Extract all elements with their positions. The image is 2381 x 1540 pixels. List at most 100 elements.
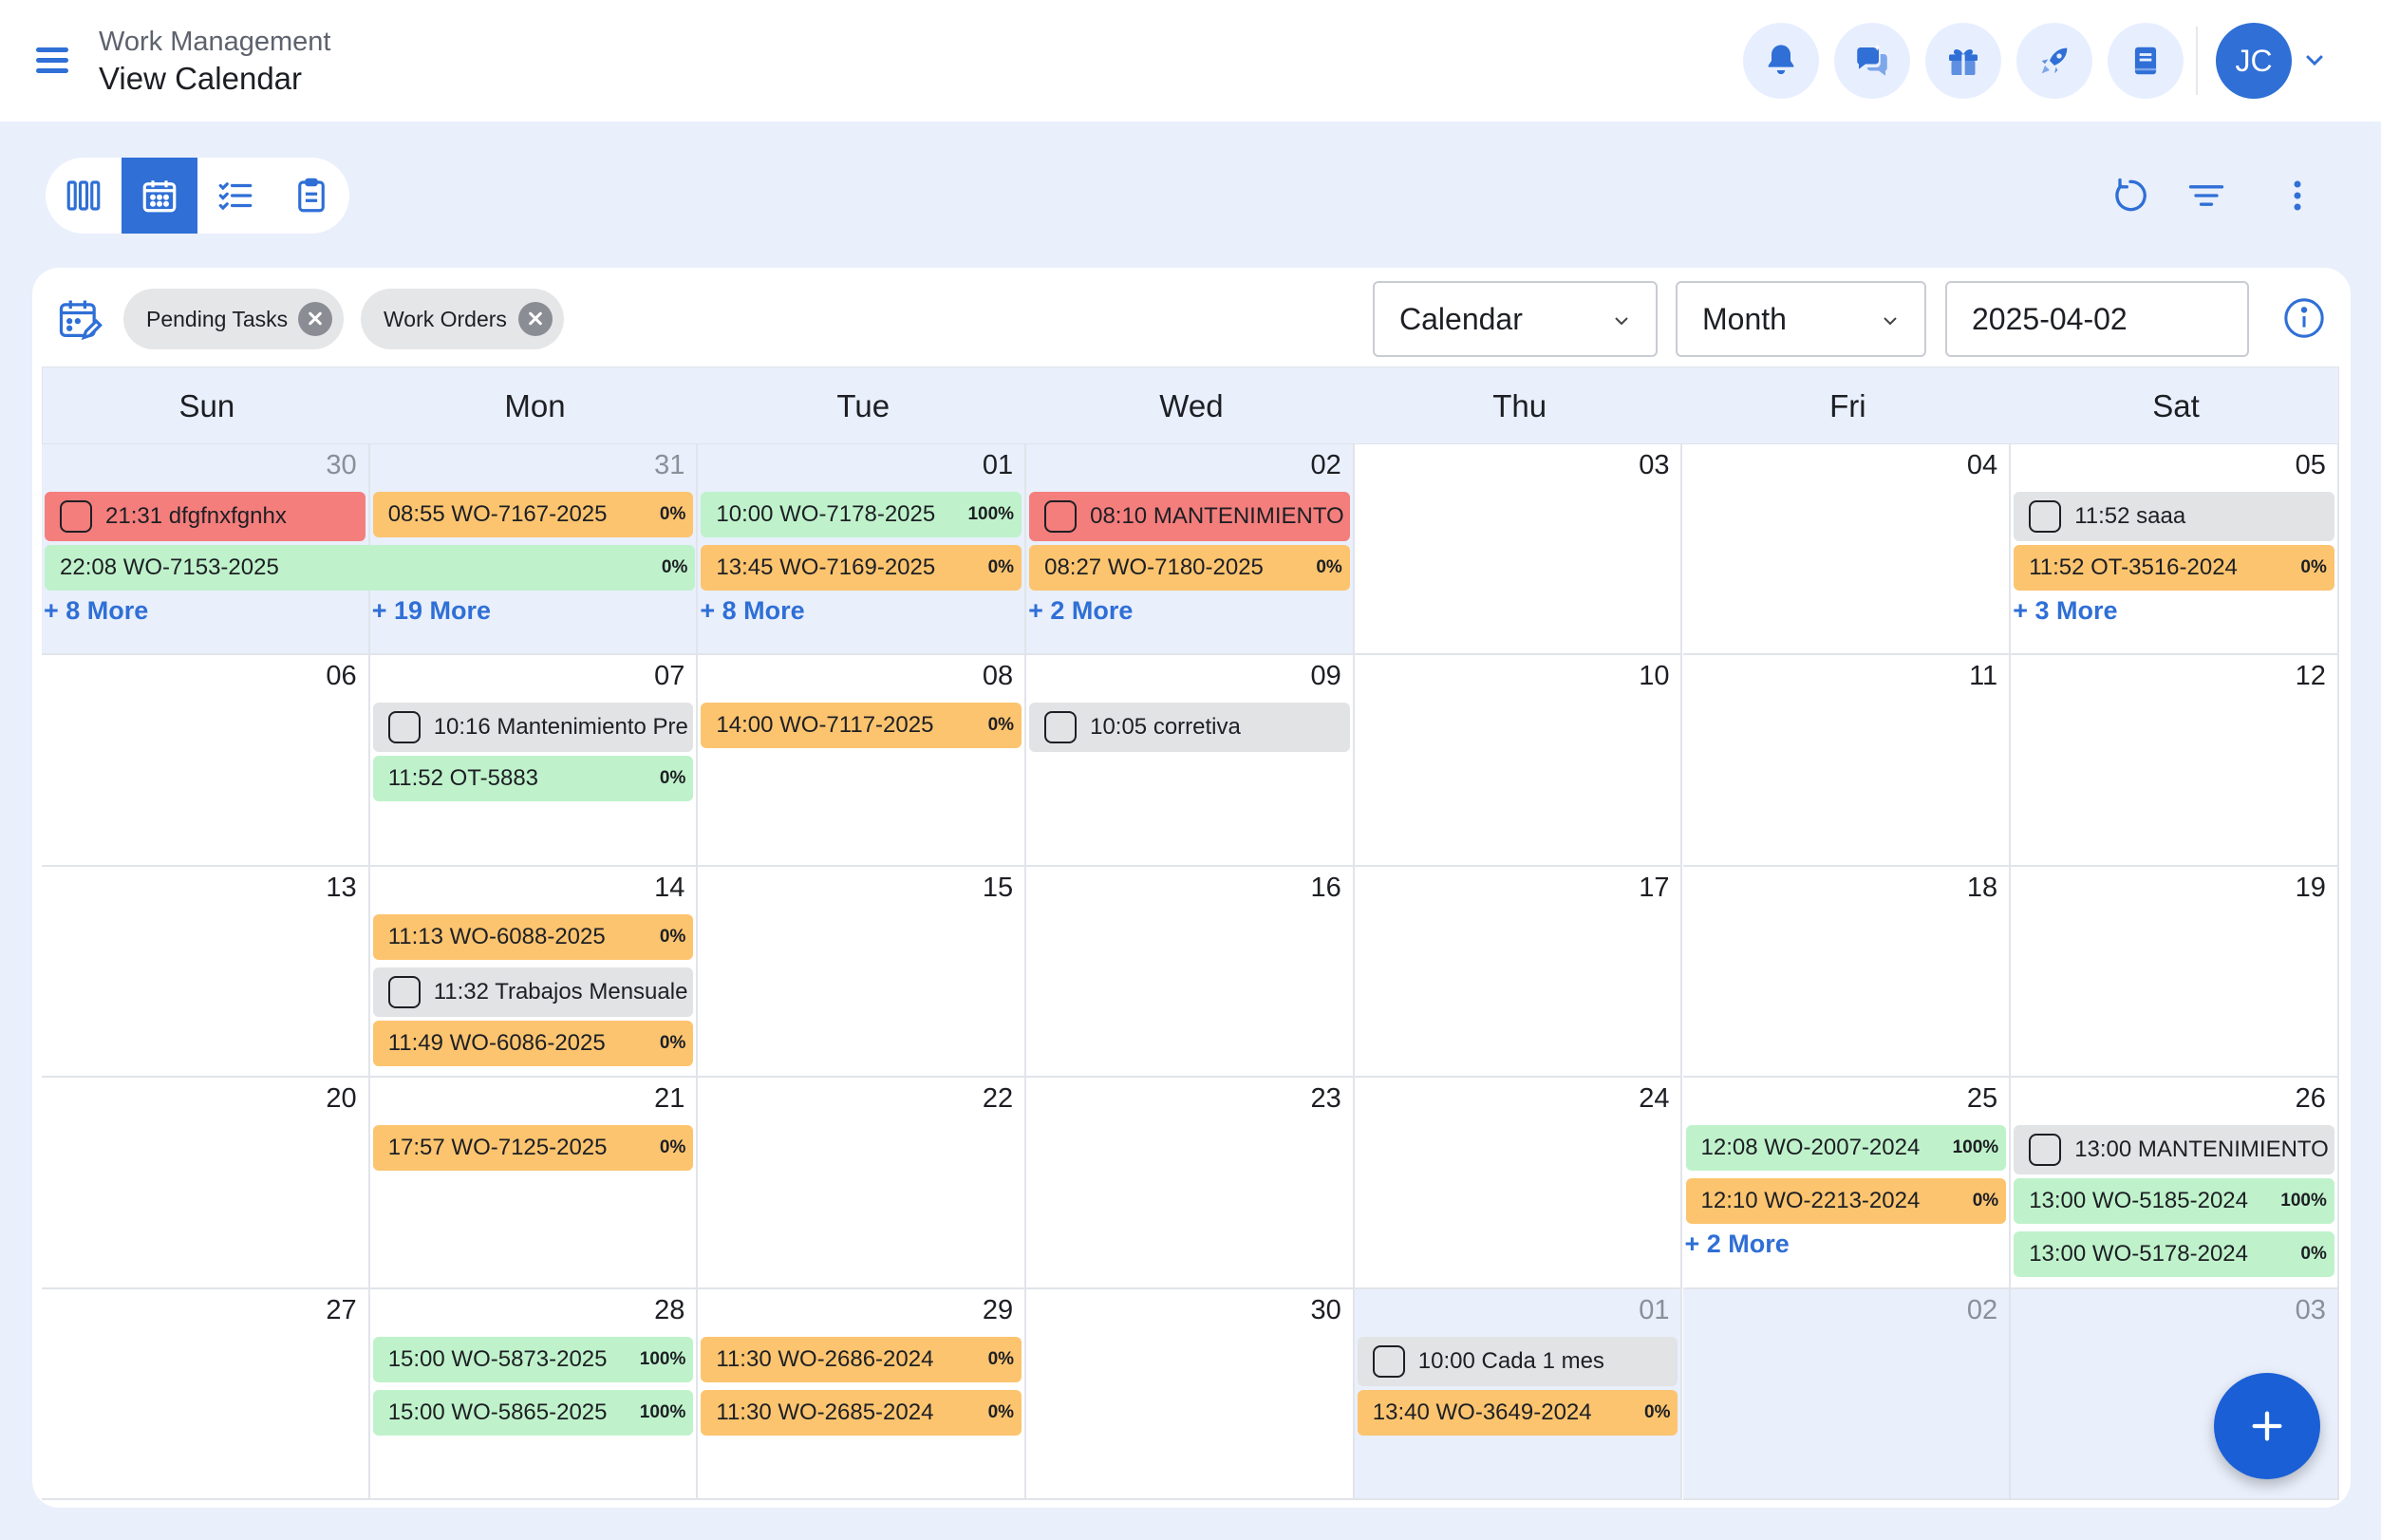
- day-cell[interactable]: 01 10:00 WO-7178-2025 100% 13:45 WO-7169-20…: [698, 444, 1027, 656]
- day-cell[interactable]: 28 15:00 WO-5873-2025 100% 15:00 WO-5865-20…: [369, 1288, 699, 1500]
- day-number[interactable]: 19: [2296, 873, 2326, 904]
- calendar-event[interactable]: 13:00 WO-5185-2024 100%: [2014, 1178, 2334, 1225]
- calendar-event[interactable]: 11:52 OT-3516-2024 0%: [2014, 545, 2334, 591]
- day-cell[interactable]: 02 08:10 MANTENIMIENTO 08:27 WO-7180-2025 0…: [1026, 444, 1355, 656]
- calendar-event[interactable]: 11:30 WO-2685-2024 0%: [701, 1389, 1022, 1436]
- calendar-event[interactable]: 21:31 dfgfnxfgnhx: [45, 492, 366, 541]
- day-cell[interactable]: 06: [42, 655, 370, 867]
- day-number[interactable]: 24: [1639, 1083, 1669, 1115]
- calendar-event[interactable]: 11:32 Trabajos Mensuale: [372, 967, 694, 1017]
- task-checkbox[interactable]: [2029, 1134, 2062, 1167]
- day-cell[interactable]: 02: [1682, 1288, 2012, 1500]
- calendar-event[interactable]: 10:00 Cada 1 mes: [1357, 1336, 1678, 1386]
- day-number[interactable]: 22: [983, 1083, 1013, 1115]
- calendar-edit-icon[interactable]: [55, 294, 104, 344]
- calendar-event[interactable]: 13:45 WO-7169-2025 0%: [701, 545, 1022, 591]
- chevron-down-icon[interactable]: [2301, 51, 2328, 70]
- day-number[interactable]: 10: [1639, 661, 1669, 692]
- task-checkbox[interactable]: [1372, 1344, 1405, 1378]
- more-options-icon[interactable]: [2275, 173, 2320, 218]
- info-icon[interactable]: [2282, 296, 2326, 340]
- day-number[interactable]: 31: [654, 450, 684, 481]
- day-cell[interactable]: 19: [2011, 866, 2339, 1079]
- day-number[interactable]: 26: [2296, 1083, 2326, 1115]
- day-cell[interactable]: 05 11:52 saaa 11:52 OT-3516-2024 0% + 3 More: [2011, 444, 2339, 656]
- day-number[interactable]: 20: [326, 1083, 356, 1115]
- gift-icon[interactable]: [1925, 23, 2001, 99]
- day-number[interactable]: 21: [654, 1083, 684, 1115]
- day-number[interactable]: 08: [983, 661, 1013, 692]
- calendar-event[interactable]: 13:00 WO-5178-2024 0%: [2014, 1231, 2334, 1278]
- task-checkbox[interactable]: [387, 975, 421, 1008]
- hamburger-menu-icon[interactable]: [32, 42, 74, 80]
- calendar-event[interactable]: 12:10 WO-2213-2024 0%: [1685, 1178, 2007, 1225]
- day-number[interactable]: 30: [326, 450, 356, 481]
- bell-icon[interactable]: [1743, 23, 1819, 99]
- task-checkbox[interactable]: [387, 711, 421, 744]
- refresh-icon[interactable]: [2108, 173, 2153, 218]
- task-checkbox[interactable]: [1044, 711, 1078, 744]
- day-cell[interactable]: 20: [42, 1078, 370, 1289]
- view-type-select[interactable]: Calendar: [1373, 281, 1658, 357]
- more-events-link[interactable]: + 2 More: [1685, 1230, 1790, 1259]
- calendar-event[interactable]: 15:00 WO-5873-2025 100%: [372, 1336, 694, 1382]
- day-number[interactable]: 13: [326, 873, 356, 904]
- day-cell[interactable]: 27: [42, 1288, 370, 1500]
- calendar-event[interactable]: 08:55 WO-7167-2025 0%: [372, 492, 694, 537]
- day-cell[interactable]: 29 11:30 WO-2686-2024 0% 11:30 WO-2685-2024…: [698, 1288, 1027, 1500]
- rocket-icon[interactable]: [2016, 23, 2092, 99]
- day-number[interactable]: 30: [1311, 1295, 1341, 1326]
- day-number[interactable]: 25: [1967, 1083, 1997, 1115]
- day-number[interactable]: 27: [326, 1295, 356, 1326]
- calendar-event[interactable]: 13:40 WO-3649-2024 0%: [1357, 1389, 1678, 1436]
- day-cell[interactable]: 17: [1354, 866, 1683, 1079]
- date-input[interactable]: 2025-04-02: [1945, 281, 2249, 357]
- day-cell[interactable]: 13: [42, 866, 370, 1079]
- day-number[interactable]: 01: [983, 450, 1013, 481]
- remove-chip-icon[interactable]: [298, 302, 332, 336]
- day-cell[interactable]: 08 14:00 WO-7117-2025 0%: [698, 655, 1027, 867]
- day-number[interactable]: 18: [1967, 873, 1997, 904]
- calendar-event[interactable]: 22:08 WO-7153-2025 0%: [45, 545, 696, 591]
- day-number[interactable]: 12: [2296, 661, 2326, 692]
- range-select[interactable]: Month: [1676, 281, 1926, 357]
- day-cell[interactable]: 14 11:13 WO-6088-2025 0% 11:32 Trabajos Men…: [369, 866, 699, 1079]
- day-cell[interactable]: 25 12:08 WO-2007-2024 100% 12:10 WO-2213-20…: [1682, 1078, 2012, 1289]
- calendar-event[interactable]: 11:52 saaa: [2014, 492, 2334, 541]
- day-cell[interactable]: 26 13:00 MANTENIMIENTO ... 13:00 WO-5185-2…: [2011, 1078, 2339, 1289]
- more-events-link[interactable]: + 3 More: [2013, 596, 2117, 626]
- day-number[interactable]: 03: [1639, 450, 1669, 481]
- day-number[interactable]: 02: [1967, 1295, 1997, 1326]
- calendar-event[interactable]: 15:00 WO-5865-2025 100%: [372, 1389, 694, 1436]
- more-events-link[interactable]: + 8 More: [44, 596, 148, 626]
- day-cell[interactable]: 11: [1682, 655, 2012, 867]
- filter-icon[interactable]: [2184, 173, 2229, 218]
- day-cell[interactable]: 07 10:16 Mantenimiento Pre 11:52 OT-5883 0%: [369, 655, 699, 867]
- day-number[interactable]: 02: [1311, 450, 1341, 481]
- calendar-event[interactable]: 11:49 WO-6086-2025 0%: [372, 1020, 694, 1066]
- day-cell[interactable]: 15: [698, 866, 1027, 1079]
- day-cell[interactable]: 16: [1026, 866, 1355, 1079]
- day-number[interactable]: 07: [654, 661, 684, 692]
- day-cell[interactable]: 09 10:05 corretiva: [1026, 655, 1355, 867]
- day-number[interactable]: 28: [654, 1295, 684, 1326]
- more-events-link[interactable]: + 19 More: [372, 596, 491, 626]
- day-number[interactable]: 04: [1967, 450, 1997, 481]
- calendar-event[interactable]: 10:05 corretiva: [1029, 703, 1350, 753]
- day-cell[interactable]: 21 17:57 WO-7125-2025 0%: [369, 1078, 699, 1289]
- day-number[interactable]: 16: [1311, 873, 1341, 904]
- calendar-event[interactable]: 13:00 MANTENIMIENTO ...: [2014, 1125, 2334, 1175]
- day-number[interactable]: 23: [1311, 1083, 1341, 1115]
- day-cell[interactable]: 30: [1026, 1288, 1355, 1500]
- day-cell[interactable]: 10: [1354, 655, 1683, 867]
- avatar[interactable]: JC: [2216, 23, 2292, 99]
- calendar-event[interactable]: 10:16 Mantenimiento Pre: [372, 703, 694, 753]
- day-cell[interactable]: 18: [1682, 866, 2012, 1079]
- more-events-link[interactable]: + 8 More: [700, 596, 804, 626]
- day-cell[interactable]: 04: [1682, 444, 2012, 656]
- day-cell[interactable]: 12: [2011, 655, 2339, 867]
- day-cell[interactable]: 03: [1354, 444, 1683, 656]
- day-number[interactable]: 15: [983, 873, 1013, 904]
- columns-view-icon[interactable]: [46, 158, 122, 234]
- day-cell[interactable]: 22: [698, 1078, 1027, 1289]
